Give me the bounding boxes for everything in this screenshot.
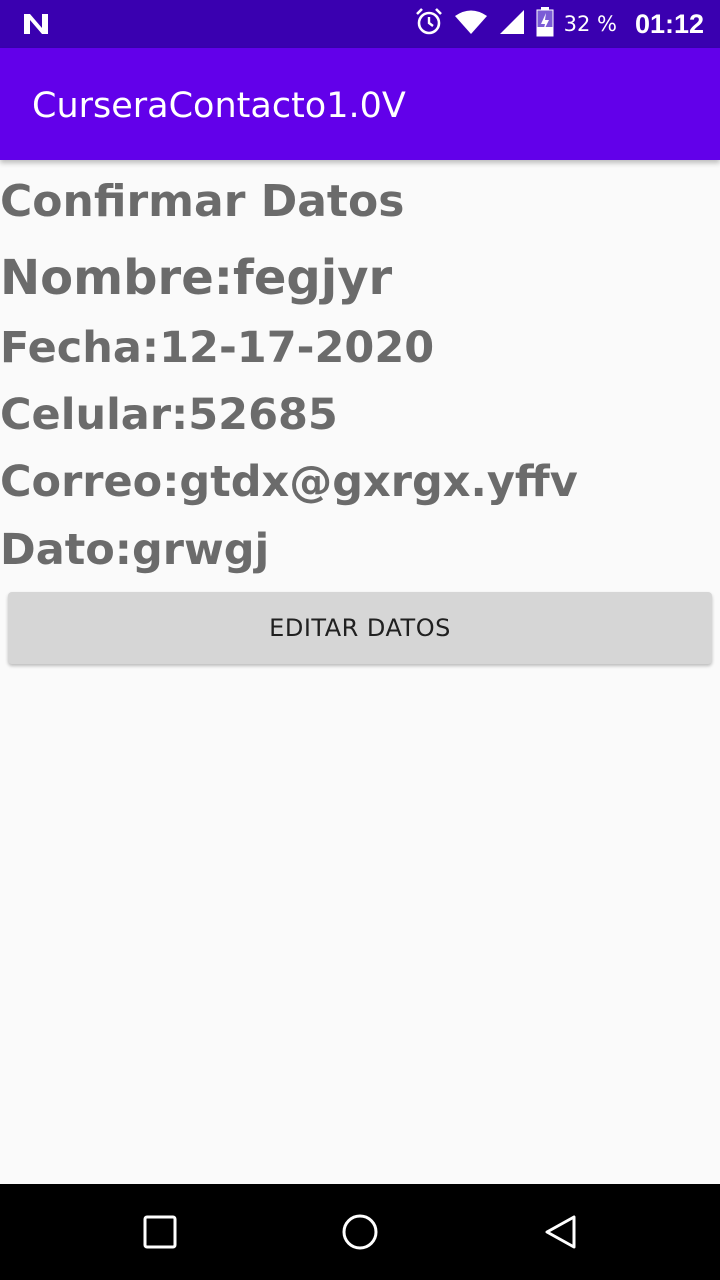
back-icon[interactable] <box>536 1208 584 1256</box>
dato-value: Dato:grwgj <box>0 525 270 575</box>
wifi-icon <box>454 9 488 39</box>
nombre-value: Nombre:fegjyr <box>0 250 393 306</box>
home-icon[interactable] <box>336 1208 384 1256</box>
page-heading: Confirmar Datos <box>0 176 405 227</box>
navigation-bar <box>0 1184 720 1280</box>
app-title: CurseraContacto1.0V <box>32 86 406 126</box>
fecha-value: Fecha:12-17-2020 <box>0 323 435 373</box>
recents-icon[interactable] <box>136 1208 184 1256</box>
alarm-icon <box>414 7 444 41</box>
edit-data-button[interactable]: EDITAR DATOS <box>8 592 712 664</box>
app-bar: CurseraContacto1.0V <box>0 48 720 160</box>
correo-value: Correo:gtdx@gxrgx.yffv <box>0 457 578 507</box>
signal-icon <box>498 8 526 40</box>
status-bar: 32 % 01:12 <box>0 0 720 48</box>
battery-charging-icon <box>536 7 554 41</box>
celular-value: Celular:52685 <box>0 390 338 440</box>
battery-percent: 32 % <box>563 12 617 36</box>
clock: 01:12 <box>634 8 704 39</box>
n-notification-icon <box>22 12 50 40</box>
